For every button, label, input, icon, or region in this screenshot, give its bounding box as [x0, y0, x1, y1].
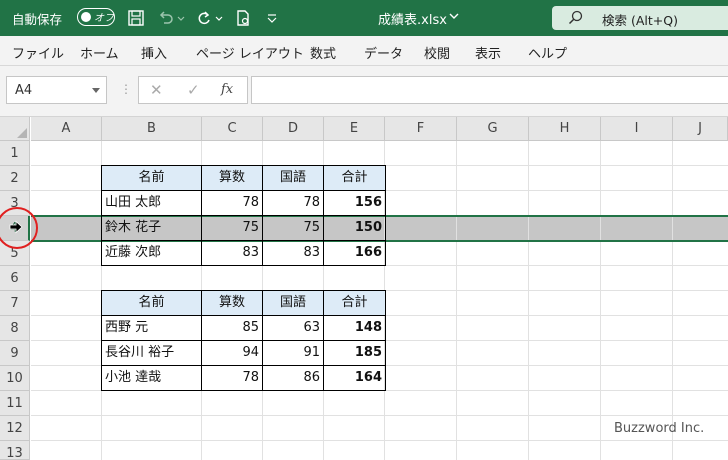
tab-view[interactable]: 表示 [475, 43, 501, 62]
enter-icon[interactable]: ✓ [187, 81, 200, 99]
table1-cell-name[interactable]: 近藤 次郎 [105, 241, 201, 266]
toggle-knob [81, 11, 91, 22]
column-header-a[interactable]: A [31, 117, 102, 141]
column-header-g[interactable]: G [457, 117, 529, 141]
undo-dropdown-icon[interactable] [176, 8, 186, 28]
column-header-f[interactable]: F [385, 117, 457, 141]
table2-cell-japanese[interactable]: 63 [263, 316, 320, 341]
table2-cell-math[interactable]: 78 [202, 366, 259, 391]
formula-tools: ✕ ✓ fx [138, 76, 248, 104]
table2-header-total[interactable]: 合計 [324, 291, 385, 316]
autosave-label: 自動保存 [12, 12, 63, 27]
table1-header-japanese[interactable]: 国語 [263, 166, 323, 191]
table1-header-total[interactable]: 合計 [324, 166, 385, 191]
autosave-toggle[interactable]: オフ [77, 8, 115, 26]
table1-cell-name[interactable]: 鈴木 花子 [105, 216, 201, 241]
tab-help[interactable]: ヘルプ [528, 43, 567, 62]
table2-cell-total[interactable]: 148 [324, 316, 382, 341]
table2-header-math[interactable]: 算数 [202, 291, 262, 316]
search-icon [568, 10, 583, 25]
table1-cell-japanese[interactable]: 78 [263, 191, 320, 216]
table2-cell-japanese[interactable]: 91 [263, 341, 320, 366]
row-header-12[interactable]: 12 [0, 416, 30, 441]
watermark: Buzzword Inc. [614, 421, 705, 436]
row-header-6[interactable]: 6 [0, 266, 30, 291]
table2-cell-math[interactable]: 94 [202, 341, 259, 366]
more-options-icon[interactable]: ⋮ [120, 82, 132, 96]
tab-home[interactable]: ホーム [80, 43, 119, 62]
row-header-1[interactable]: 1 [0, 141, 30, 166]
autosave-toggle-state: オフ [94, 13, 114, 24]
save-icon[interactable] [126, 8, 146, 28]
row-header-9[interactable]: 9 [0, 341, 30, 366]
table2-cell-total[interactable]: 164 [324, 366, 382, 391]
table1-cell-total[interactable]: 150 [324, 216, 382, 241]
table1-cell-math[interactable]: 78 [202, 191, 259, 216]
table2-cell-name[interactable]: 小池 達哉 [105, 366, 201, 391]
table1-cell-name[interactable]: 山田 太郎 [105, 191, 201, 216]
row-select-arrow-icon [9, 220, 23, 234]
column-header-i[interactable]: I [601, 117, 673, 141]
table2-cell-name[interactable]: 西野 元 [105, 316, 201, 341]
formula-bar: A4 ⋮ ✕ ✓ fx [0, 66, 728, 117]
print-preview-icon[interactable] [233, 8, 253, 28]
table1-cell-total[interactable]: 156 [324, 191, 382, 216]
undo-icon[interactable] [156, 8, 176, 28]
ribbon-tabs: ファイル ホーム 挿入 ページ レイアウト 数式 データ 校閲 表示 ヘルプ [0, 36, 728, 66]
row-header-2[interactable]: 2 [0, 166, 30, 191]
tab-formulas[interactable]: 数式 [310, 43, 336, 62]
column-header-b[interactable]: B [102, 117, 202, 141]
redo-icon[interactable] [194, 8, 214, 28]
column-header-h[interactable]: H [529, 117, 601, 141]
formula-input[interactable] [251, 76, 728, 104]
table1-cell-total[interactable]: 166 [324, 241, 382, 266]
title-bar: 自動保存 オフ 成績表.xlsx 検索 (Alt+Q) [0, 0, 728, 36]
select-all-corner[interactable] [0, 117, 30, 141]
column-header-j[interactable]: J [673, 117, 728, 141]
row-header-13[interactable]: 13 [0, 441, 30, 460]
table1-cell-japanese[interactable]: 83 [263, 241, 320, 266]
file-name[interactable]: 成績表.xlsx [378, 9, 447, 28]
customize-toolbar-icon[interactable] [262, 8, 282, 28]
table2-cell-name[interactable]: 長谷川 裕子 [105, 341, 201, 366]
name-box[interactable]: A4 [6, 76, 107, 104]
table1-header-math[interactable]: 算数 [202, 166, 262, 191]
tab-file[interactable]: ファイル [12, 43, 64, 62]
table1-header-name[interactable]: 名前 [102, 166, 201, 191]
table2-header-name[interactable]: 名前 [102, 291, 201, 316]
table2-header-japanese[interactable]: 国語 [263, 291, 323, 316]
column-header-d[interactable]: D [263, 117, 324, 141]
table1-cell-math[interactable]: 83 [202, 241, 259, 266]
search-placeholder: 検索 (Alt+Q) [602, 13, 678, 28]
table1-cell-japanese[interactable]: 75 [263, 216, 320, 241]
row-header-7[interactable]: 7 [0, 291, 30, 316]
corner-triangle-icon [17, 128, 27, 138]
table2-cell-total[interactable]: 185 [324, 341, 382, 366]
chevron-down-icon[interactable] [448, 12, 460, 22]
tab-page-layout[interactable]: ページ レイアウト [196, 43, 304, 62]
table2-cell-japanese[interactable]: 86 [263, 366, 320, 391]
table2-cell-math[interactable]: 85 [202, 316, 259, 341]
column-header-e[interactable]: E [324, 117, 385, 141]
row-header-10[interactable]: 10 [0, 366, 30, 391]
tab-review[interactable]: 校閲 [424, 43, 450, 62]
search-box[interactable]: 検索 (Alt+Q) [552, 6, 728, 30]
redo-dropdown-icon[interactable] [214, 8, 224, 28]
tab-insert[interactable]: 挿入 [141, 43, 167, 62]
name-box-dropdown-icon[interactable] [92, 88, 100, 94]
name-box-value: A4 [15, 83, 33, 98]
table1-cell-math[interactable]: 75 [202, 216, 259, 241]
tab-data[interactable]: データ [364, 43, 403, 62]
row-header-8[interactable]: 8 [0, 316, 30, 341]
row-header-11[interactable]: 11 [0, 391, 30, 416]
worksheet-grid[interactable]: 名前 算数 国語 合計 山田 太郎 78 78 156 鈴木 花子 75 75 … [31, 141, 728, 460]
cancel-icon[interactable]: ✕ [150, 81, 163, 99]
column-header-c[interactable]: C [202, 117, 263, 141]
insert-function-icon[interactable]: fx [221, 82, 233, 97]
